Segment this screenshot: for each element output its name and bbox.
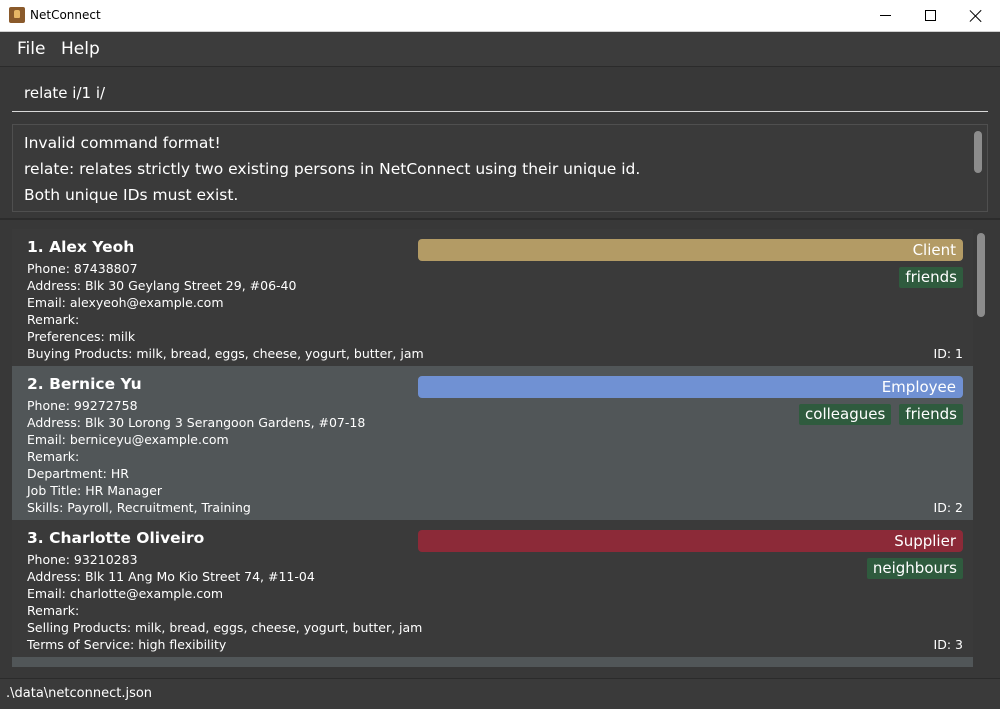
- minimize-icon: [879, 15, 891, 16]
- person-address: Address: Blk 30 Geylang Street 29, #06-4…: [27, 278, 297, 293]
- person-card[interactable]: 3. Charlotte Oliveiro Phone: 93210283 Ad…: [12, 520, 973, 657]
- person-phone: Phone: 93210283: [27, 552, 138, 567]
- command-box: [0, 67, 1000, 118]
- person-address: Address: Blk 11 Ang Mo Kio Street 74, #1…: [27, 569, 315, 584]
- person-address: Address: Blk 30 Lorong 3 Serangoon Garde…: [27, 415, 366, 430]
- person-remark: Remark:: [27, 603, 80, 618]
- person-name: 3. Charlotte Oliveiro: [27, 529, 205, 547]
- person-skills: Skills: Payroll, Recruitment, Training: [27, 500, 251, 515]
- menu-file[interactable]: File: [17, 39, 45, 59]
- status-bar: .\data\netconnect.json: [0, 678, 1000, 709]
- person-selling-products: Selling Products: milk, bread, eggs, che…: [27, 620, 423, 635]
- person-card[interactable]: 1. Alex Yeoh Phone: 87438807 Address: Bl…: [12, 229, 973, 366]
- person-remark: Remark:: [27, 449, 80, 464]
- person-buying-products: Buying Products: milk, bread, eggs, chee…: [27, 346, 424, 361]
- person-email: Email: alexyeoh@example.com: [27, 295, 224, 310]
- person-remark: Remark:: [27, 312, 80, 327]
- person-preferences: Preferences: milk: [27, 329, 136, 344]
- role-badge: Supplier: [418, 530, 963, 552]
- person-name: 1. Alex Yeoh: [27, 238, 135, 256]
- person-id: ID: 3: [933, 637, 963, 652]
- person-email: Email: charlotte@example.com: [27, 586, 224, 601]
- divider: [0, 218, 1000, 220]
- person-phone: Phone: 99272758: [27, 398, 138, 413]
- list-scrollbar[interactable]: [977, 233, 985, 317]
- person-id: ID: 1: [933, 346, 963, 361]
- person-name: 2. Bernice Yu: [27, 375, 142, 393]
- person-card[interactable]: [12, 657, 973, 667]
- menu-help[interactable]: Help: [61, 39, 100, 59]
- save-location: .\data\netconnect.json: [6, 686, 153, 701]
- person-email: Email: berniceyu@example.com: [27, 432, 229, 447]
- tag: friends: [899, 404, 963, 425]
- person-card[interactable]: 2. Bernice Yu Phone: 99272758 Address: B…: [12, 366, 973, 520]
- maximize-button[interactable]: [907, 0, 953, 31]
- tag-list: neighbours: [866, 558, 963, 579]
- result-line: Both unique IDs must exist.: [24, 186, 239, 204]
- tag: friends: [899, 267, 963, 288]
- person-list: 1. Alex Yeoh Phone: 87438807 Address: Bl…: [12, 229, 973, 667]
- tag: neighbours: [866, 558, 963, 579]
- command-input[interactable]: [12, 75, 988, 112]
- person-phone: Phone: 87438807: [27, 261, 138, 276]
- close-button[interactable]: [953, 0, 999, 31]
- person-terms-of-service: Terms of Service: high flexibility: [27, 637, 227, 652]
- tag-list: colleagues friends: [799, 404, 963, 425]
- person-id: ID: 2: [933, 500, 963, 515]
- result-display: Invalid command format! relate: relates …: [12, 124, 988, 212]
- role-badge: Client: [418, 239, 963, 261]
- title-bar: NetConnect: [0, 0, 1000, 32]
- person-department: Department: HR: [27, 466, 129, 481]
- minimize-button[interactable]: [862, 0, 908, 31]
- app-icon: [9, 7, 25, 23]
- result-scrollbar[interactable]: [974, 131, 982, 173]
- role-badge: Employee: [418, 376, 963, 398]
- person-job-title: Job Title: HR Manager: [27, 483, 163, 498]
- tag-list: friends: [899, 267, 963, 288]
- window-title: NetConnect: [30, 8, 101, 22]
- menu-bar: File Help: [0, 32, 1000, 67]
- tag: colleagues: [799, 404, 892, 425]
- result-line: Invalid command format!: [24, 134, 221, 152]
- maximize-icon: [924, 10, 936, 21]
- result-line: relate: relates strictly two existing pe…: [24, 160, 641, 178]
- close-icon: [969, 9, 983, 23]
